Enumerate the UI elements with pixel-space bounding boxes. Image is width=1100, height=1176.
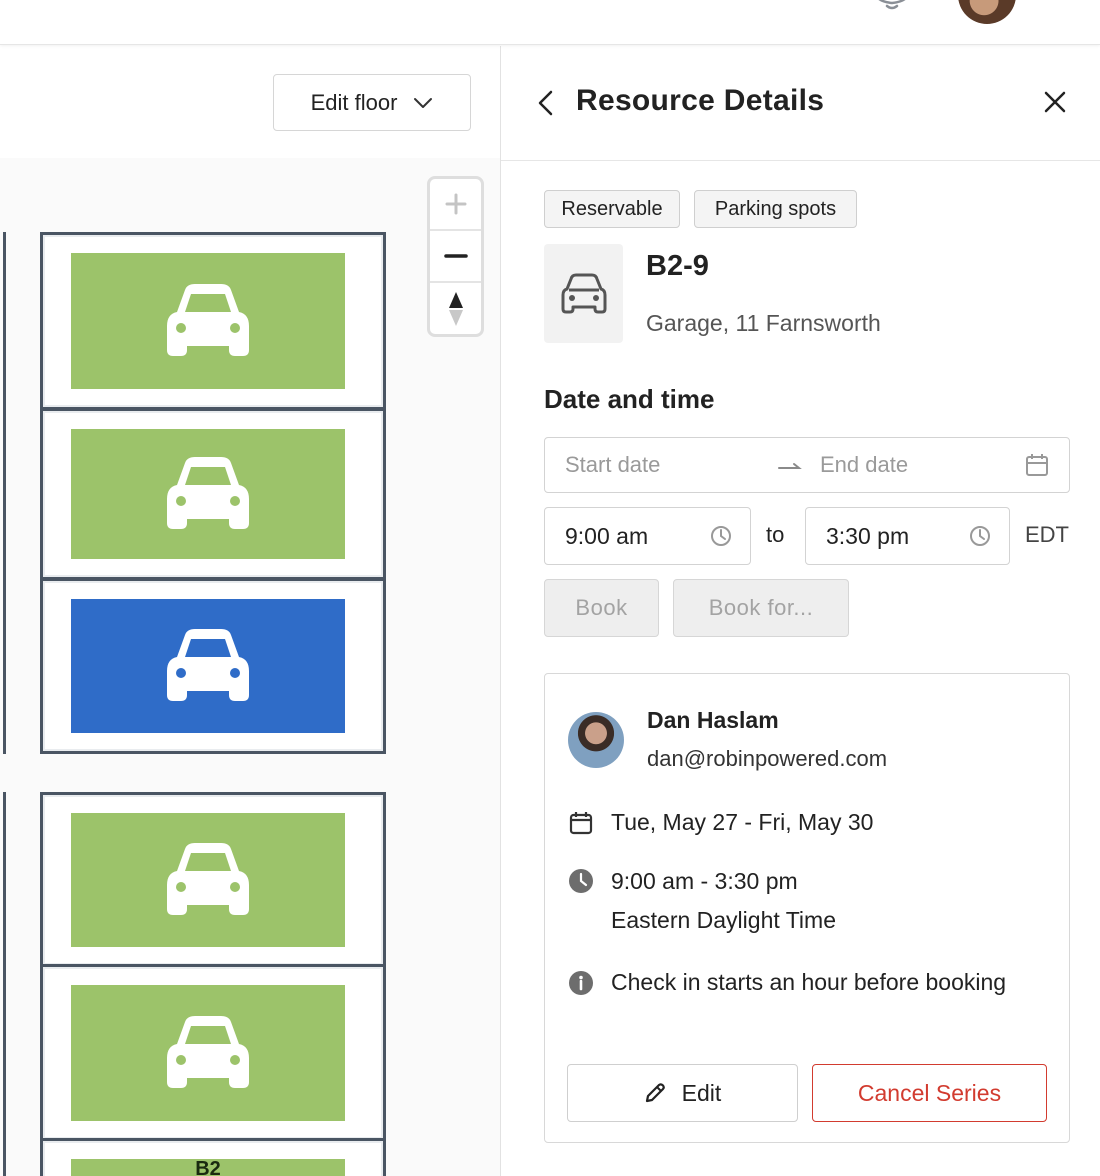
spot-label: B2 xyxy=(195,1158,221,1176)
car-icon xyxy=(167,284,249,356)
parking-spot[interactable] xyxy=(40,232,386,410)
zoom-controls xyxy=(427,176,484,337)
map-spot-edge xyxy=(0,232,6,754)
pencil-icon xyxy=(645,1083,665,1103)
spot-available xyxy=(71,253,345,389)
start-time-value: 9:00 am xyxy=(565,523,649,549)
minus-icon xyxy=(443,254,468,258)
compass-icon xyxy=(448,292,463,326)
calendar-icon[interactable] xyxy=(1025,453,1049,477)
car-icon xyxy=(167,843,249,915)
floor-map: Edit floor B2 xyxy=(0,46,500,1176)
resource-location: Garage, 11 Farnsworth xyxy=(646,310,881,336)
date-range-picker[interactable]: Start date End date xyxy=(544,437,1070,493)
reservation-time-range: 9:00 am - 3:30 pm xyxy=(611,868,798,894)
end-time-value: 3:30 pm xyxy=(826,523,910,549)
avatar xyxy=(568,712,624,768)
clock-icon xyxy=(970,526,990,546)
resource-name: B2-9 xyxy=(646,250,709,282)
spot-available xyxy=(71,813,345,947)
top-bar xyxy=(0,0,1100,45)
panel-header: Resource Details xyxy=(501,46,1100,161)
map-toolbar: Edit floor xyxy=(0,46,500,158)
spot-available xyxy=(71,429,345,559)
reservation-timezone: Eastern Daylight Time xyxy=(611,907,836,933)
zoom-in-button[interactable] xyxy=(430,179,481,231)
compass-button[interactable] xyxy=(430,283,481,335)
bell-icon[interactable] xyxy=(874,0,910,12)
chevron-down-icon xyxy=(414,97,433,108)
spot-selected xyxy=(71,599,345,733)
end-time-input[interactable]: 3:30 pm xyxy=(805,507,1010,565)
plus-icon xyxy=(445,193,466,215)
info-icon xyxy=(569,971,593,995)
book-for-button[interactable]: Book for... xyxy=(673,579,849,637)
arrow-right-icon xyxy=(778,463,802,469)
car-icon xyxy=(561,273,606,313)
date-time-heading: Date and time xyxy=(544,384,715,414)
timezone-label: EDT xyxy=(1025,522,1069,547)
panel-title: Resource Details xyxy=(576,84,825,117)
parking-spot[interactable] xyxy=(40,408,386,580)
reservation-card: Dan Haslam dan@robinpowered.com Tue, May… xyxy=(544,673,1070,1143)
reservation-user-name: Dan Haslam xyxy=(647,707,779,733)
back-arrow-icon[interactable] xyxy=(535,90,557,116)
edit-floor-dropdown[interactable]: Edit floor xyxy=(273,74,471,131)
end-date-input[interactable]: End date xyxy=(820,452,908,478)
parking-spot[interactable]: B2 xyxy=(40,1138,386,1176)
cancel-series-button[interactable]: Cancel Series xyxy=(812,1064,1047,1122)
car-icon xyxy=(167,629,249,701)
parking-spot-selected[interactable] xyxy=(40,578,386,754)
clock-icon xyxy=(569,869,593,893)
reservation-user-email: dan@robinpowered.com xyxy=(647,746,888,771)
tag-parking-spots: Parking spots xyxy=(694,190,857,228)
parking-spot[interactable] xyxy=(40,792,386,968)
zoom-out-button[interactable] xyxy=(430,231,481,283)
to-label: to xyxy=(766,522,785,547)
edit-button[interactable]: Edit xyxy=(567,1064,798,1122)
map-spot-edge xyxy=(0,792,6,1176)
start-date-input[interactable]: Start date xyxy=(565,452,660,478)
user-avatar[interactable] xyxy=(958,0,1016,24)
parking-spot[interactable] xyxy=(40,964,386,1142)
car-icon xyxy=(167,457,249,529)
car-icon xyxy=(167,1016,249,1088)
spot-available xyxy=(71,985,345,1121)
clock-icon xyxy=(711,526,731,546)
reservation-dates: Tue, May 27 - Fri, May 30 xyxy=(611,809,874,835)
book-button[interactable]: Book xyxy=(544,579,659,637)
resource-details-panel: Resource Details Reservable Parking spot… xyxy=(500,46,1100,1176)
close-icon[interactable] xyxy=(1042,89,1068,115)
resource-icon xyxy=(544,244,623,343)
spot-available: B2 xyxy=(71,1159,345,1176)
calendar-icon xyxy=(569,812,593,835)
check-in-info: Check in starts an hour before booking xyxy=(611,969,1007,995)
edit-button-label: Edit xyxy=(681,1079,722,1106)
tag-reservable: Reservable xyxy=(544,190,680,228)
start-time-input[interactable]: 9:00 am xyxy=(544,507,751,565)
edit-floor-label: Edit floor xyxy=(310,89,398,115)
